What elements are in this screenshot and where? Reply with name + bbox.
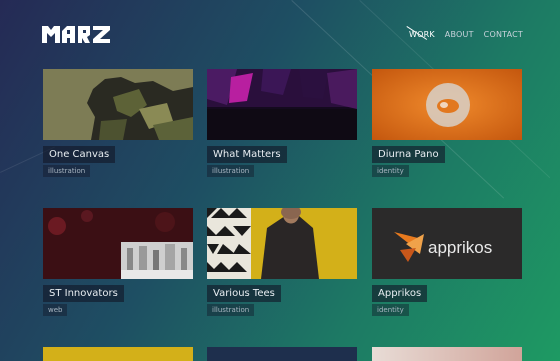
project-category[interactable]: identity: [372, 304, 409, 316]
project-category[interactable]: illustration: [43, 165, 91, 177]
project-thumbnail-partial[interactable]: [43, 347, 193, 361]
apprikos-logo-text: apprikos: [428, 238, 492, 257]
project-title[interactable]: Apprikos: [372, 285, 428, 302]
project-thumbnail-partial[interactable]: [372, 347, 522, 361]
site-logo[interactable]: [42, 26, 116, 43]
project-thumbnail[interactable]: [207, 208, 357, 279]
project-title[interactable]: What Matters: [207, 146, 287, 163]
project-thumbnail[interactable]: [372, 69, 522, 140]
main-nav: WORK ABOUT CONTACT: [406, 26, 523, 40]
project-thumbnail[interactable]: apprikos: [372, 208, 522, 279]
nav-about[interactable]: ABOUT: [445, 30, 474, 39]
nav-contact[interactable]: CONTACT: [484, 30, 523, 39]
project-category[interactable]: illustration: [207, 304, 255, 316]
project-thumbnail[interactable]: [43, 208, 193, 279]
project-thumbnail[interactable]: [43, 69, 193, 140]
logo-mark: [42, 26, 110, 43]
project-title[interactable]: ST Innovators: [43, 285, 124, 302]
project-title[interactable]: Diurna Pano: [372, 146, 445, 163]
project-title[interactable]: Various Tees: [207, 285, 281, 302]
project-category[interactable]: identity: [372, 165, 409, 177]
project-category[interactable]: illustration: [207, 165, 255, 177]
project-thumbnail[interactable]: [207, 69, 357, 140]
project-category[interactable]: web: [43, 304, 68, 316]
project-title[interactable]: One Canvas: [43, 146, 116, 163]
project-thumbnail-partial[interactable]: [207, 347, 357, 361]
nav-work[interactable]: WORK: [406, 26, 435, 40]
